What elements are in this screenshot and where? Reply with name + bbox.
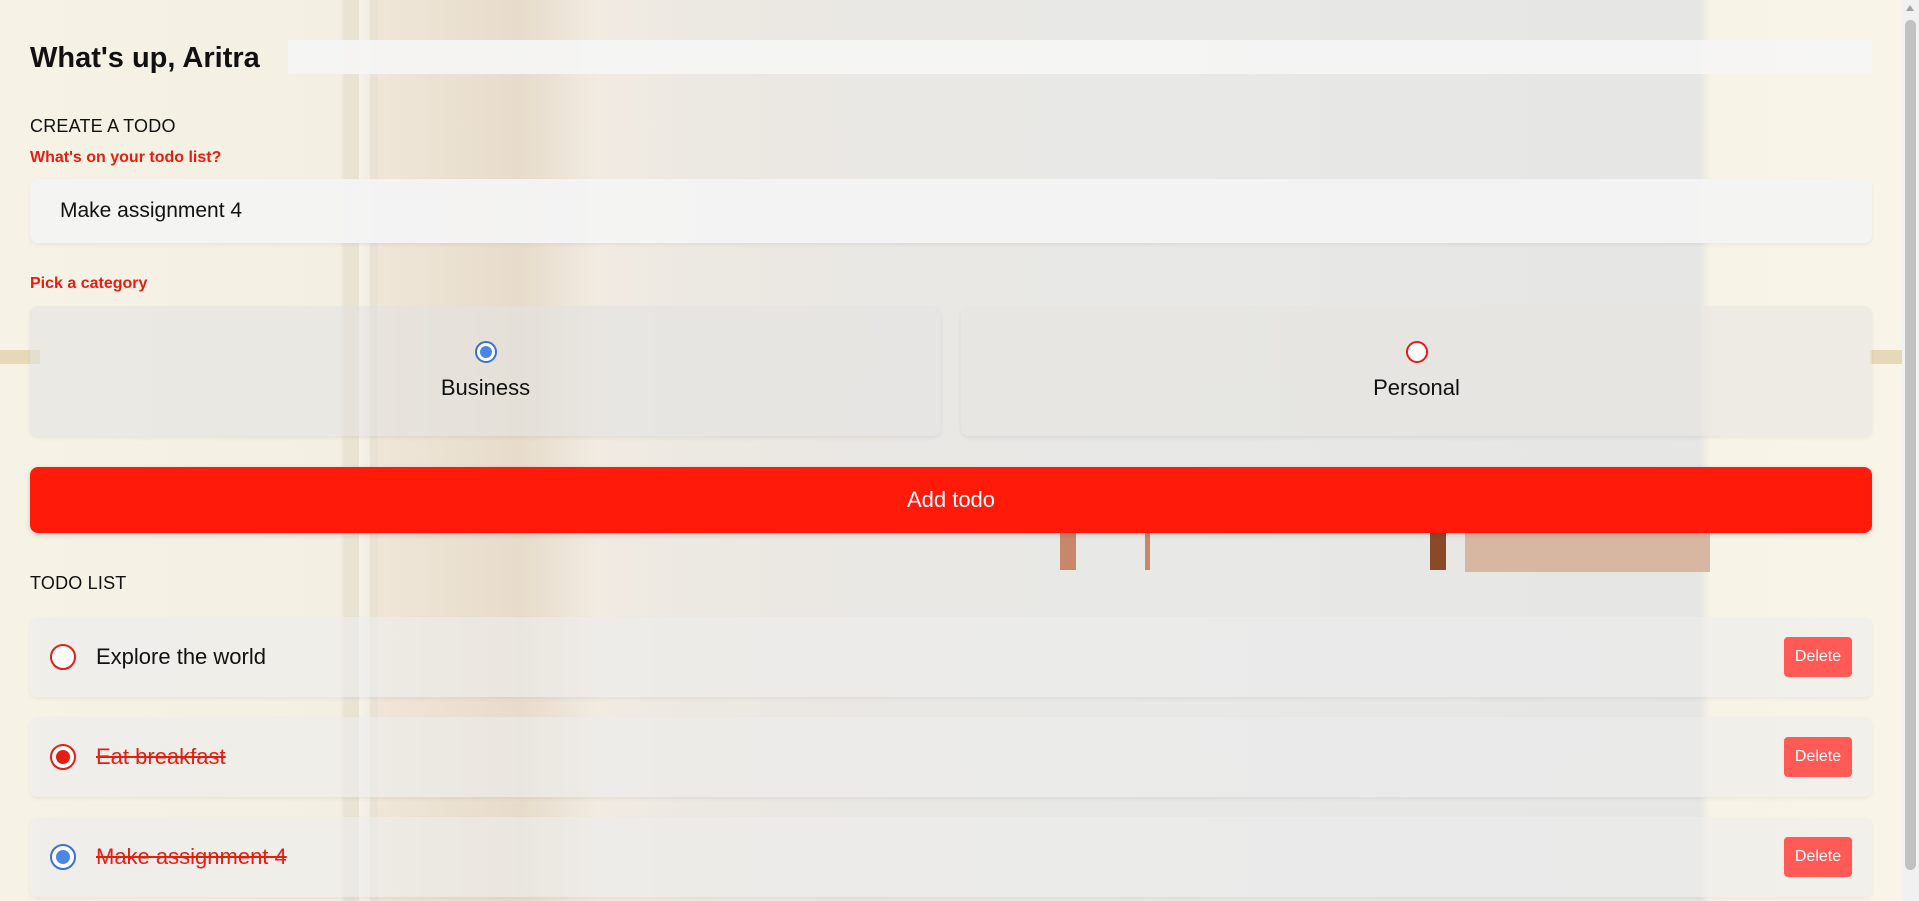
category-option-personal[interactable]: Personal	[961, 306, 1872, 436]
delete-button[interactable]: Delete	[1784, 837, 1852, 877]
todo-item: Make assignment 4 Delete	[30, 817, 1872, 897]
greeting-bar	[288, 40, 1872, 74]
todo-checkbox[interactable]	[50, 644, 76, 670]
category-picker: Business Personal	[30, 306, 1872, 436]
add-todo-button[interactable]: Add todo	[30, 467, 1872, 533]
todo-item: Eat breakfast Delete	[30, 717, 1872, 797]
category-label: Pick a category	[30, 275, 148, 292]
todo-text[interactable]: Eat breakfast	[96, 744, 226, 770]
todo-item: Explore the world Delete	[30, 617, 1872, 697]
todo-input[interactable]: Make assignment 4	[30, 179, 1872, 243]
create-section-title: CREATE A TODO	[30, 116, 176, 136]
scrollbar-thumb[interactable]	[1905, 20, 1916, 870]
business-radio[interactable]	[474, 341, 497, 363]
todo-text[interactable]: Make assignment 4	[96, 844, 287, 870]
greeting-header: What's up, Aritra	[30, 40, 1872, 76]
todo-checkbox[interactable]	[50, 844, 76, 870]
todo-text[interactable]: Explore the world	[96, 644, 266, 670]
vertical-scrollbar[interactable]	[1902, 0, 1919, 901]
delete-button[interactable]: Delete	[1784, 637, 1852, 677]
category-option-business[interactable]: Business	[30, 306, 941, 436]
greeting-title: What's up, Aritra	[30, 41, 260, 74]
category-label-business: Business	[440, 375, 531, 400]
personal-radio[interactable]	[1405, 341, 1428, 363]
category-label-personal: Personal	[1373, 375, 1460, 400]
delete-button[interactable]: Delete	[1784, 737, 1852, 777]
todo-input-label: What's on your todo list?	[30, 149, 222, 166]
scroll-up-arrow-icon[interactable]	[1906, 5, 1914, 11]
todo-list-title: TODO LIST	[30, 573, 127, 593]
todo-checkbox[interactable]	[50, 744, 76, 770]
